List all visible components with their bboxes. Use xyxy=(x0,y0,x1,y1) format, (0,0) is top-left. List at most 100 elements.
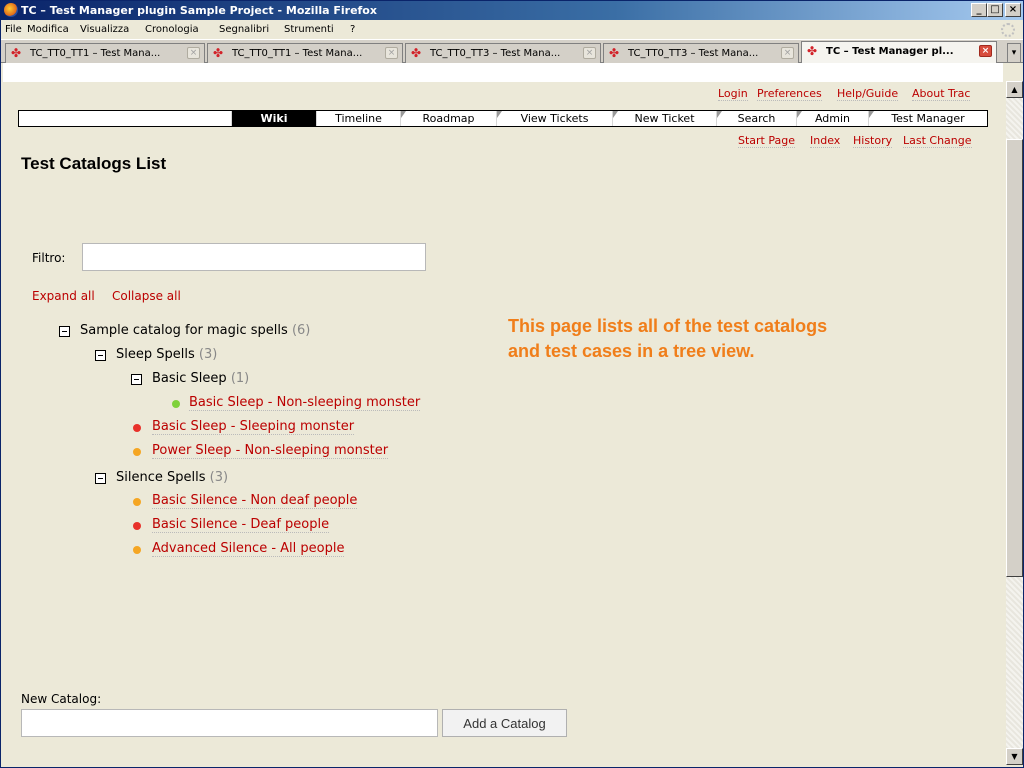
collapse-catalog-toggle-icon[interactable] xyxy=(59,326,70,337)
menu-segnalibri[interactable]: Segnalibri xyxy=(219,24,269,35)
trac-icon: ✤ xyxy=(213,46,224,60)
firefox-icon xyxy=(4,3,18,17)
testcase-link[interactable]: Basic Sleep - Non-sleeping monster xyxy=(189,395,421,411)
new-catalog-label: New Catalog: xyxy=(21,692,102,706)
testcase-link[interactable]: Advanced Silence - All people xyxy=(152,541,345,557)
collapse-silence-toggle-icon[interactable] xyxy=(95,473,106,484)
content-top xyxy=(3,63,1003,82)
collapse-all-link[interactable]: Collapse all xyxy=(112,289,181,303)
tab-close-icon[interactable]: × xyxy=(187,47,200,59)
testcase-link[interactable]: Basic Silence - Deaf people xyxy=(152,517,330,533)
tab-3[interactable]: ✤ TC_TT0_TT3 – Test Mana... × xyxy=(405,43,601,63)
callout-line-1: This page lists all of the test catalogs xyxy=(508,316,828,336)
nav-label: View Tickets xyxy=(520,112,589,125)
tree-silence-spells[interactable]: Silence Spells (3) xyxy=(116,470,228,485)
tab-close-icon[interactable]: × xyxy=(979,45,992,57)
minimize-button[interactable]: _ xyxy=(971,3,987,17)
new-catalog-input[interactable] xyxy=(21,709,438,737)
nav-wiki[interactable]: Wiki xyxy=(231,111,316,126)
tab-bar: ✤ TC_TT0_TT1 – Test Mana... × ✤ TC_TT0_T… xyxy=(1,39,1023,64)
corner-mark xyxy=(497,111,502,118)
last-change-link[interactable]: Last Change xyxy=(903,134,972,148)
tree-silence-count: (3) xyxy=(209,470,229,485)
nav-admin[interactable]: Admin xyxy=(796,111,868,126)
menu-bar: File Modifica Visualizza Cronologia Segn… xyxy=(1,20,1023,39)
corner-mark xyxy=(401,111,406,118)
tab-close-icon[interactable]: × xyxy=(583,47,596,59)
trac-icon: ✤ xyxy=(11,46,22,60)
status-pending-icon xyxy=(133,448,141,456)
login-link[interactable]: Login xyxy=(718,87,748,101)
tab-1[interactable]: ✤ TC_TT0_TT1 – Test Mana... × xyxy=(5,43,205,63)
vertical-scrollbar[interactable]: ▲ ▼ xyxy=(1006,81,1023,765)
status-pending-icon xyxy=(133,498,141,506)
scroll-down-arrow-icon[interactable]: ▼ xyxy=(1006,748,1023,765)
about-trac-link[interactable]: About Trac xyxy=(912,87,971,101)
callout-line-2: and test cases in a tree view. xyxy=(508,341,755,361)
menu-file[interactable]: File xyxy=(5,24,22,35)
scrollbar-thumb[interactable] xyxy=(1006,139,1023,577)
throbber-icon xyxy=(1001,23,1015,37)
preferences-link[interactable]: Preferences xyxy=(757,87,822,101)
nav-label: New Ticket xyxy=(634,112,695,125)
nav-roadmap[interactable]: Roadmap xyxy=(400,111,496,126)
tab-close-icon[interactable]: × xyxy=(781,47,794,59)
tab-list-arrow-icon[interactable]: ▾ xyxy=(1007,43,1021,63)
tree-basic-sleep[interactable]: Basic Sleep (1) xyxy=(152,371,249,386)
start-page-link[interactable]: Start Page xyxy=(738,134,795,148)
tree-catalog-count: (6) xyxy=(291,323,311,338)
main-nav: Wiki Timeline Roadmap View Tickets New T… xyxy=(18,110,988,127)
collapse-sleep-toggle-icon[interactable] xyxy=(95,350,106,361)
tree-sleep-count: (3) xyxy=(198,347,218,362)
nav-search[interactable]: Search xyxy=(716,111,796,126)
menu-visualizza[interactable]: Visualizza xyxy=(80,24,129,35)
tab-5-active[interactable]: ✤ TC – Test Manager pl... × xyxy=(801,41,997,64)
nav-label: Roadmap xyxy=(422,112,475,125)
history-link[interactable]: History xyxy=(853,134,893,148)
status-passed-icon xyxy=(172,400,180,408)
corner-mark xyxy=(717,111,722,118)
nav-test-manager[interactable]: Test Manager xyxy=(868,111,987,126)
close-button[interactable]: × xyxy=(1005,3,1021,17)
index-link[interactable]: Index xyxy=(810,134,841,148)
menu-help[interactable]: ? xyxy=(350,24,355,35)
tree-sleep-name: Sleep Spells xyxy=(116,347,195,362)
filter-input[interactable] xyxy=(82,243,426,271)
tree-catalog[interactable]: Sample catalog for magic spells (6) xyxy=(80,323,310,338)
expand-all-link[interactable]: Expand all xyxy=(32,289,95,303)
trac-icon: ✤ xyxy=(807,44,818,58)
maximize-button[interactable]: □ xyxy=(987,3,1003,17)
corner-mark xyxy=(869,111,874,118)
filter-label: Filtro: xyxy=(32,251,66,265)
testcase-link[interactable]: Basic Sleep - Sleeping monster xyxy=(152,419,355,435)
tab-close-icon[interactable]: × xyxy=(385,47,398,59)
status-failed-icon xyxy=(133,522,141,530)
help-guide-link[interactable]: Help/Guide xyxy=(837,87,899,101)
nav-new-ticket[interactable]: New Ticket xyxy=(612,111,716,126)
nav-label: Timeline xyxy=(335,112,382,125)
menu-cronologia[interactable]: Cronologia xyxy=(145,24,199,35)
menu-strumenti[interactable]: Strumenti xyxy=(284,24,334,35)
nav-view-tickets[interactable]: View Tickets xyxy=(496,111,612,126)
testcase-link[interactable]: Power Sleep - Non-sleeping monster xyxy=(152,443,389,459)
tree-basic-sleep-name: Basic Sleep xyxy=(152,371,227,386)
tab-label: TC_TT0_TT1 – Test Mana... xyxy=(232,48,363,59)
window-title: TC – Test Manager plugin Sample Project … xyxy=(21,4,377,17)
scroll-up-arrow-icon[interactable]: ▲ xyxy=(1006,81,1023,98)
tab-2[interactable]: ✤ TC_TT0_TT1 – Test Mana... × xyxy=(207,43,403,63)
collapse-basic-sleep-toggle-icon[interactable] xyxy=(131,374,142,385)
add-catalog-button[interactable]: Add a Catalog xyxy=(442,709,567,737)
tab-label: TC_TT0_TT1 – Test Mana... xyxy=(30,48,161,59)
title-bar: TC – Test Manager plugin Sample Project … xyxy=(1,1,1023,20)
nav-label: Admin xyxy=(814,112,851,125)
trac-icon: ✤ xyxy=(411,46,422,60)
nav-timeline[interactable]: Timeline xyxy=(316,111,400,126)
testcase-link[interactable]: Basic Silence - Non deaf people xyxy=(152,493,358,509)
status-failed-icon xyxy=(133,424,141,432)
corner-mark xyxy=(613,111,618,118)
tree-sleep-spells[interactable]: Sleep Spells (3) xyxy=(116,347,217,362)
tree-silence-name: Silence Spells xyxy=(116,470,206,485)
tree-catalog-name: Sample catalog for magic spells xyxy=(80,323,288,338)
menu-modifica[interactable]: Modifica xyxy=(27,24,69,35)
tab-4[interactable]: ✤ TC_TT0_TT3 – Test Mana... × xyxy=(603,43,799,63)
